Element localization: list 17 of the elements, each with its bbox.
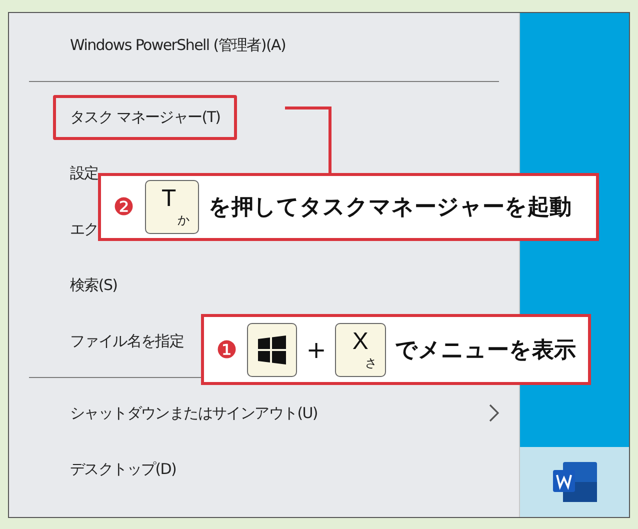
- menu-item[interactable]: シャットダウンまたはサインアウト(U): [70, 404, 318, 422]
- menu-item[interactable]: エク: [70, 220, 98, 238]
- callout-text: を押してタスクマネージャーを起動: [208, 194, 572, 222]
- plus-sign: +: [306, 336, 326, 364]
- callout-text: でメニューを表示: [395, 336, 576, 364]
- keyboard-key: T か: [144, 180, 199, 234]
- keyboard-key: X さ: [335, 322, 386, 376]
- step-number: ❶: [216, 338, 238, 362]
- menu-item[interactable]: 検索(S): [70, 276, 118, 294]
- menu-item[interactable]: Windows PowerShell (管理者)(A): [70, 36, 286, 54]
- step-number: ❷: [113, 195, 135, 219]
- document-app-icon[interactable]: [552, 462, 596, 502]
- menu-item[interactable]: デスクトップ(D): [70, 460, 176, 478]
- menu-item[interactable]: ファイル名を指定: [70, 332, 184, 350]
- menu-item[interactable]: タスク マネージャー(T): [53, 94, 238, 140]
- windows-logo-icon: [256, 334, 287, 364]
- menu-item[interactable]: 設定: [70, 164, 98, 182]
